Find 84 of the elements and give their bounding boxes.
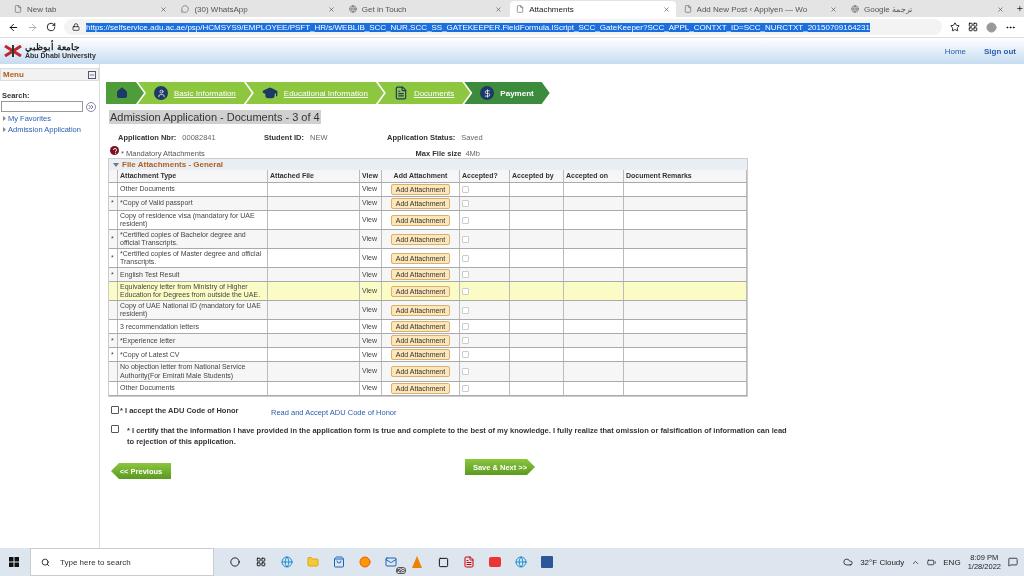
section-title: File Attachments - General xyxy=(122,160,224,169)
tab-icon xyxy=(683,5,692,13)
accepted-checkbox[interactable] xyxy=(462,306,469,314)
accepted-checkbox[interactable] xyxy=(462,235,469,243)
accepted-checkbox[interactable] xyxy=(462,337,469,345)
url-text: https://selfservice.adu.ac.ae/psp/HCMSYS9/EMPLOYEE/PSFT_HR/s/WEBLIB_SCC_NUR.SCC_SS_GATEKEEPER.FieldFormula.IScript_SCC_GateKeeper?SCC_APPL_CONTXT_ID=SCC_NURCTXT_20150709164231 xyxy=(86,22,870,32)
lock-icon xyxy=(72,23,80,31)
task-view-icon[interactable] xyxy=(256,557,266,567)
globe-icon[interactable] xyxy=(515,556,527,568)
search-input[interactable]: Type here to search xyxy=(58,556,198,568)
collapse-arrow-icon[interactable] xyxy=(113,162,119,167)
shopping-bag-icon[interactable] xyxy=(333,556,345,568)
notifications-icon[interactable] xyxy=(1008,557,1018,567)
favorite-icon[interactable] xyxy=(950,22,960,32)
expand-arrow-icon[interactable] xyxy=(3,116,6,121)
square-icon[interactable] xyxy=(437,556,449,568)
close-icon[interactable] xyxy=(997,5,1005,13)
browser-tab[interactable]: New tab xyxy=(8,1,174,17)
home-icon xyxy=(116,87,128,99)
accepted-checkbox[interactable] xyxy=(462,200,469,207)
honor-checkbox[interactable] xyxy=(111,406,119,415)
profile-icon[interactable] xyxy=(986,21,997,33)
globe-icon[interactable] xyxy=(281,556,293,568)
menu-title: Menu xyxy=(3,70,24,79)
tab-icon xyxy=(516,5,525,13)
help-icon[interactable] xyxy=(110,146,119,155)
battery-icon[interactable] xyxy=(927,557,937,567)
circle-icon[interactable] xyxy=(230,557,240,567)
progress-step[interactable]: Payment xyxy=(464,82,550,104)
weather-icon[interactable] xyxy=(843,557,854,567)
close-icon[interactable] xyxy=(160,5,168,13)
search-icon xyxy=(41,557,50,567)
browser-tab[interactable]: Google ترجمة xyxy=(844,1,1011,17)
accepted-checkbox[interactable] xyxy=(462,186,469,193)
document-icon xyxy=(393,86,408,100)
language-indicator[interactable]: ENG xyxy=(943,557,961,567)
person-icon xyxy=(154,86,168,100)
accepted-checkbox[interactable] xyxy=(462,271,469,279)
expand-arrow-icon[interactable] xyxy=(3,127,6,132)
progress-step[interactable] xyxy=(106,82,144,104)
browser-tab[interactable]: Attachments xyxy=(510,1,676,17)
accepted-checkbox[interactable] xyxy=(462,351,469,359)
header-link[interactable]: Home xyxy=(944,46,966,56)
accepted-checkbox[interactable] xyxy=(462,254,469,262)
tab-icon xyxy=(850,5,859,13)
back-icon[interactable] xyxy=(8,21,19,33)
certify-checkbox[interactable] xyxy=(111,424,119,433)
logo-icon xyxy=(4,45,22,57)
collapse-icon[interactable] xyxy=(88,70,96,79)
reload-icon[interactable] xyxy=(46,22,56,32)
tab-icon xyxy=(181,5,190,13)
rounded-rectangle-icon[interactable] xyxy=(489,557,501,567)
accepted-checkbox[interactable] xyxy=(462,384,469,392)
weather-text[interactable]: 32°F Cloudy xyxy=(860,557,905,567)
accepted-checkbox[interactable] xyxy=(462,323,469,331)
accepted-checkbox[interactable] xyxy=(462,216,469,224)
browser-tab[interactable]: (30) WhatsApp xyxy=(175,1,341,17)
close-icon[interactable] xyxy=(495,5,503,13)
tab-icon xyxy=(348,5,357,13)
header-link[interactable]: Sign out xyxy=(984,46,1016,56)
tab-icon xyxy=(14,5,22,13)
mail-icon[interactable] xyxy=(385,556,397,568)
accepted-checkbox[interactable] xyxy=(462,368,469,375)
fox-app-icon[interactable] xyxy=(359,556,371,568)
graduation-cap-icon xyxy=(261,85,278,101)
word-icon[interactable] xyxy=(541,556,553,568)
browser-tab[interactable]: Add New Post ‹ Applyen — Wo xyxy=(677,1,843,17)
page-title: Admission Application - Documents - 3 of 4 xyxy=(109,110,321,124)
forward-icon[interactable] xyxy=(27,21,38,33)
close-icon[interactable] xyxy=(829,5,837,13)
document-icon[interactable] xyxy=(463,556,475,568)
close-icon[interactable] xyxy=(327,5,335,13)
dollar-icon xyxy=(480,86,495,100)
accepted-checkbox[interactable] xyxy=(462,287,469,295)
windows-icon[interactable] xyxy=(9,557,19,567)
cone-icon[interactable] xyxy=(412,556,422,568)
taskbar-search-field[interactable]: Type here to search xyxy=(30,548,214,576)
collections-icon[interactable] xyxy=(968,22,978,32)
folder-icon[interactable] xyxy=(307,556,319,568)
browser-tab[interactable]: Get in Touch xyxy=(342,1,509,17)
close-icon[interactable] xyxy=(662,5,670,13)
address-bar[interactable]: https://selfservice.adu.ac.ae/psp/HCMSYS9/EMPLOYEE/PSFT_HR/s/WEBLIB_SCC_NUR.SCC_SS_GATEKEEPER.FieldFormula.IScript_SCC_GateKeeper?SCC_APPL_CONTXT_ID=SCC_NURCTXT_20150709164231 xyxy=(64,19,942,35)
search-field[interactable] xyxy=(1,101,83,112)
new-tab-icon[interactable] xyxy=(1016,4,1024,13)
